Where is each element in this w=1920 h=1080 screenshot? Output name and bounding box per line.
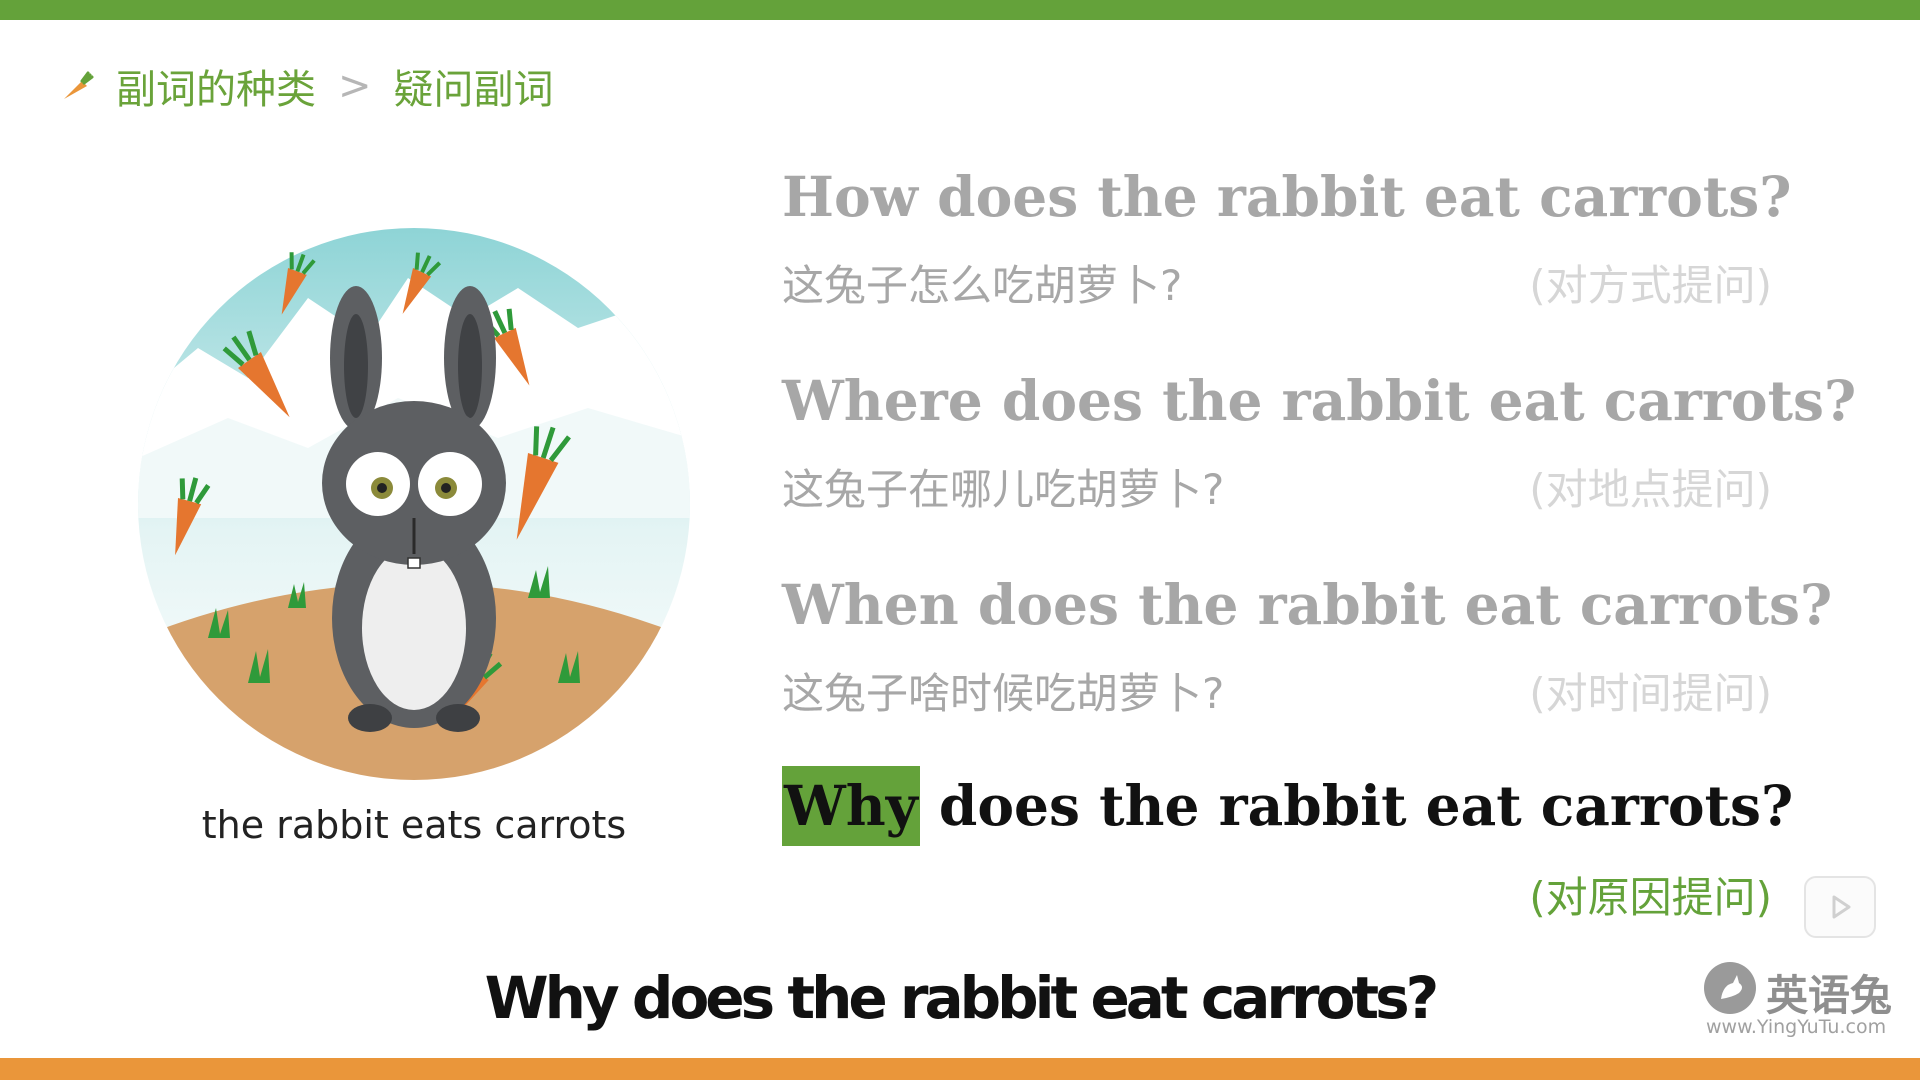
rabbit-icon	[1704, 962, 1756, 1014]
question-how: How does the rabbit eat carrots?	[782, 164, 1792, 229]
question-when: When does the rabbit eat carrots?	[782, 572, 1833, 637]
top-accent-bar	[0, 0, 1920, 20]
question-why-rest: does the rabbit eat carrots?	[919, 773, 1794, 838]
question-how-translation: 这兔子怎么吃胡萝卜?	[782, 261, 1183, 310]
illustration-caption: the rabbit eats carrots	[201, 803, 627, 847]
question-when-tag: (对时间提问)	[1529, 669, 1772, 718]
breadcrumb-current: 疑问副词	[393, 67, 554, 113]
logo-brand: 英语兔	[1766, 971, 1893, 1020]
play-badge[interactable]	[1804, 876, 1876, 938]
bottom-accent-bar	[0, 1058, 1920, 1080]
play-icon	[1832, 895, 1851, 919]
question-when-translation: 这兔子啥时候吃胡萝卜?	[782, 669, 1225, 718]
question-where-tag: (对地点提问)	[1529, 465, 1772, 514]
rabbit-illustration	[138, 228, 690, 780]
carrot-icon	[64, 71, 94, 99]
breadcrumb-section: 副词的种类	[116, 67, 316, 113]
breadcrumb: 副词的种类 > 疑问副词	[60, 58, 554, 114]
question-why-tag: (对原因提问)	[1529, 873, 1772, 922]
question-why: Why does the rabbit eat carrots?	[782, 766, 1793, 846]
logo-url: www.YingYuTu.com	[1706, 1016, 1887, 1038]
highlighted-word: Why	[782, 766, 920, 846]
question-how-tag: (对方式提问)	[1529, 261, 1772, 310]
subtitle: Why does the rabbit eat carrots?	[482, 962, 1442, 1035]
question-where: Where does the rabbit eat carrots?	[782, 368, 1857, 433]
breadcrumb-separator: >	[338, 63, 372, 109]
watermark-logo: 英语兔 www.YingYuTu.com	[1700, 958, 1900, 1040]
question-where-translation: 这兔子在哪儿吃胡萝卜?	[782, 465, 1225, 514]
